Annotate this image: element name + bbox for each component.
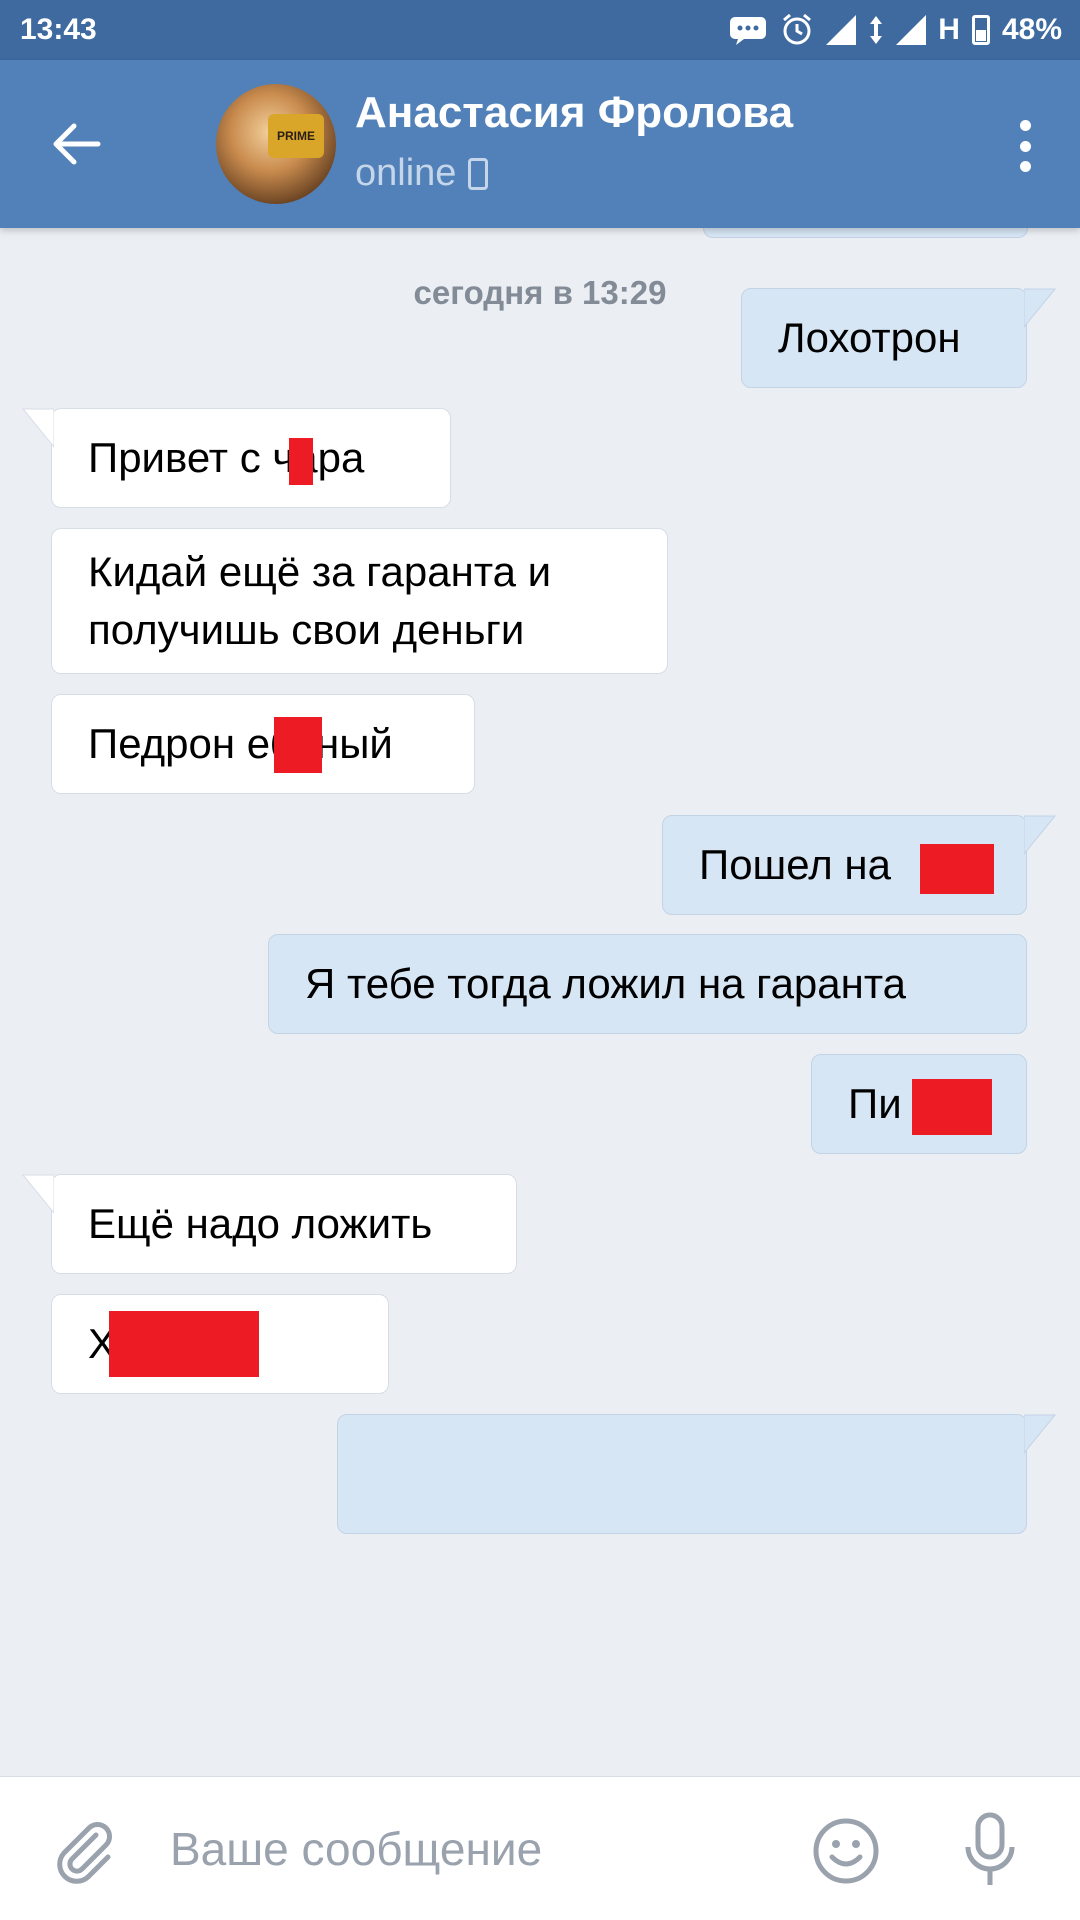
bubble-tail [1024,815,1056,855]
bubble-tail [22,1174,54,1214]
message-in[interactable]: Ещё надо ложить [22,1174,517,1274]
microphone-icon [965,1812,1015,1885]
more-menu-button[interactable] [1010,116,1040,176]
more-vertical-icon [1019,120,1031,131]
data-arrows-icon [868,14,884,46]
message-text: Лохотрон [778,314,961,361]
message-text: Ещё надо ложить [88,1200,433,1247]
message-icon [728,15,768,45]
status-icons: H 48% [728,13,1062,47]
avatar[interactable]: PRIME [216,84,336,204]
message-in[interactable]: Привет с чара [22,408,451,508]
redaction-mark [274,717,322,773]
smile-icon [813,1818,879,1884]
paperclip-icon [57,1822,112,1884]
message-list[interactable]: сегодня в 13:29 Лохотрон Привет с чара К… [0,228,1080,1776]
chat-header: PRIME Анастасия Фролова online [0,60,1080,228]
emoji-button[interactable] [812,1817,880,1885]
message-in[interactable]: Педрон ебаный [51,694,475,794]
battery-percent: 48% [1001,13,1062,46]
redaction-mark [912,1079,992,1135]
message-text: Педрон ебаный [88,720,393,767]
contact-status: online [355,152,489,195]
message-composer [0,1776,1080,1920]
mobile-icon [468,157,489,190]
message-text: Я тебе тогда ложил на гаранта [305,960,906,1007]
message-in[interactable]: Кидай ещё за гаранта и получишь свои ден… [51,528,668,674]
arrow-left-icon [53,123,101,165]
avatar-badge: PRIME [268,114,324,158]
message-out[interactable]: Я тебе тогда ложил на гаранта [268,934,1027,1034]
signal-icon [826,15,857,45]
message-in[interactable]: Х ый [51,1294,389,1394]
message-text: Пи [848,1080,902,1127]
message-out[interactable]: Лохотрон [741,288,1056,388]
redaction-mark [289,438,313,485]
network-type: H [938,13,960,46]
message-out-partial[interactable] [337,1414,1056,1534]
bubble-tail [22,408,54,448]
message-out[interactable]: Пошел на [662,815,1056,915]
bubble-tail [1024,1414,1056,1454]
message-input[interactable] [170,1807,770,1891]
status-time: 13:43 [20,13,97,46]
alarm-icon [780,13,814,47]
bubble-tail [1024,288,1056,328]
signal-icon [896,15,927,45]
battery-icon [971,15,990,45]
redaction-mark [920,844,994,894]
attach-button[interactable] [50,1815,120,1885]
message-out[interactable]: Пи [811,1054,1027,1154]
voice-record-button[interactable] [960,1811,1020,1891]
contact-name[interactable]: Анастасия Фролова [355,88,793,138]
status-label: online [355,152,457,194]
status-bar: 13:43 H 48% [0,0,1080,60]
message-text: Привет с чара [88,434,365,481]
message-bubble-partial[interactable] [703,228,1028,238]
back-button[interactable] [44,112,108,176]
message-text: Кидай ещё за гаранта и получишь свои ден… [88,548,552,653]
redaction-mark [109,1311,259,1377]
message-text: Пошел на [699,841,891,888]
